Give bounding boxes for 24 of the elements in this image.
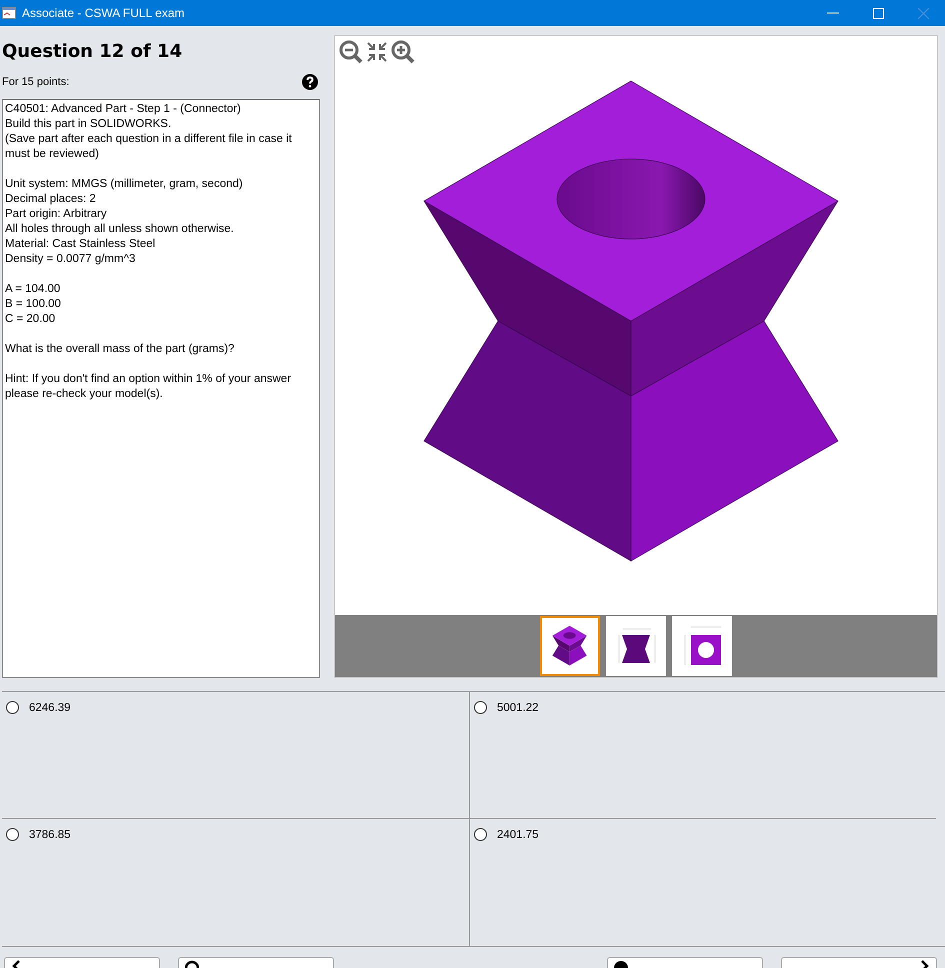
radio-button[interactable] bbox=[474, 828, 487, 841]
radio-button[interactable] bbox=[6, 828, 19, 841]
radio-button[interactable] bbox=[6, 701, 19, 714]
window-title: Associate - CSWA FULL exam bbox=[22, 6, 184, 20]
answer-option[interactable]: 2401.75 bbox=[474, 828, 539, 841]
zoom-out-icon[interactable] bbox=[339, 40, 363, 64]
answer-option[interactable]: 5001.22 bbox=[474, 701, 539, 714]
question-paragraph: C40501: Advanced Part - Step 1 - (Connector) Build this part in SOLIDWORKS. (Save part after each question in a different file in case it must be reviewed) bbox=[5, 102, 293, 162]
question-paragraph: What is the overall mass of the part (grams)? bbox=[5, 342, 236, 357]
zoom-in-icon[interactable] bbox=[391, 40, 415, 64]
answer-option[interactable]: 3786.85 bbox=[6, 828, 71, 841]
question-paragraph: Unit system: MMGS (millimeter, gram, second) Decimal places: 2 Part origin: Arbitrary All holes through all unless shown otherwise. Material: Cast Stainless Steel Density = 0.0077 g/mm^3 bbox=[5, 177, 244, 267]
question-text-box[interactable] bbox=[2, 99, 320, 678]
radio-button[interactable] bbox=[474, 701, 487, 714]
view-thumbnail[interactable] bbox=[540, 616, 600, 676]
answer-option[interactable]: 6246.39 bbox=[6, 701, 71, 714]
maximize-icon[interactable] bbox=[873, 8, 884, 18]
question-paragraph: A = 104.00 B = 100.00 C = 20.00 bbox=[5, 282, 62, 327]
window-icon bbox=[2, 7, 16, 19]
points-label: For 15 points: bbox=[2, 76, 70, 88]
help-icon[interactable] bbox=[302, 74, 318, 90]
question-heading: Question 12 of 14 bbox=[2, 41, 184, 64]
fit-icon[interactable] bbox=[365, 40, 389, 64]
question-paragraph: Hint: If you don't find an option within 1% of your answer please re-check your model(s). bbox=[5, 372, 292, 402]
